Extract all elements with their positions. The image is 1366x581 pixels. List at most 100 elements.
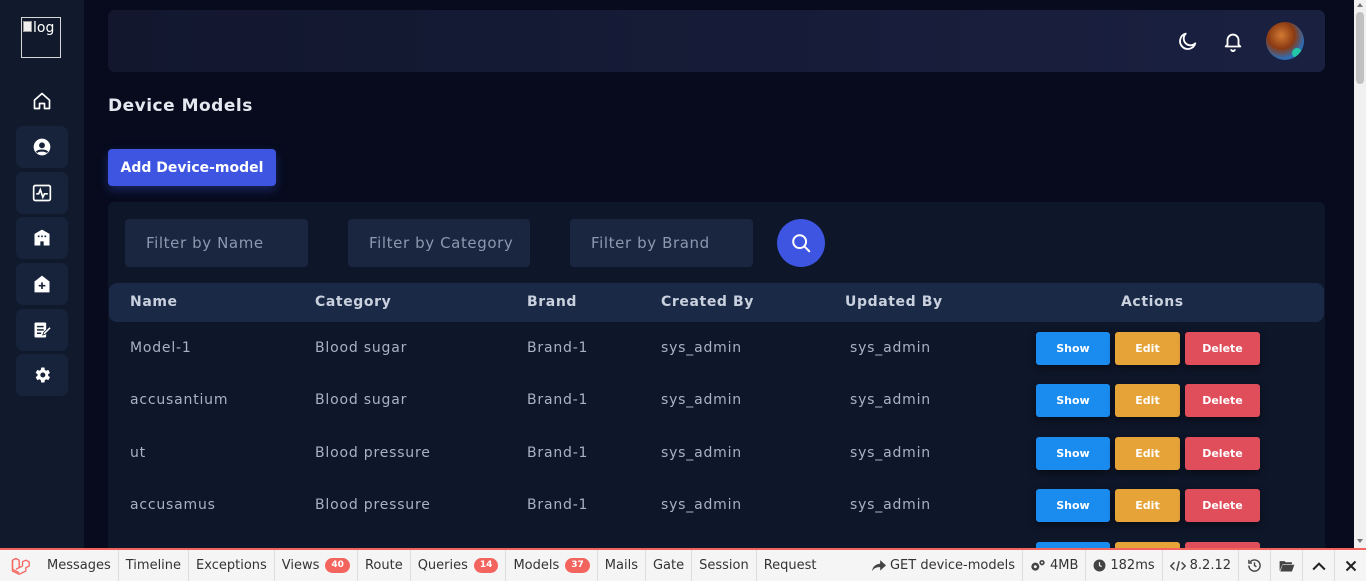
show-button[interactable]: Show bbox=[1036, 384, 1110, 417]
cell-category: Blood pressure bbox=[315, 445, 431, 461]
debug-bar: Messages Timeline Exceptions Views 40 Rou… bbox=[0, 548, 1366, 581]
debug-tab-timeline[interactable]: Timeline bbox=[119, 550, 190, 581]
debug-tab-messages[interactable]: Messages bbox=[40, 550, 119, 581]
edit-button[interactable]: Edit bbox=[1115, 437, 1180, 470]
edit-button[interactable]: Edit bbox=[1115, 489, 1180, 522]
edit-button[interactable]: Edit bbox=[1115, 332, 1180, 365]
sidebar-item-clinics[interactable] bbox=[16, 263, 68, 305]
debug-tab-views[interactable]: Views 40 bbox=[275, 550, 358, 581]
delete-button[interactable]: Delete bbox=[1185, 489, 1260, 522]
maximize-button[interactable] bbox=[1302, 550, 1334, 581]
debug-tab-route[interactable]: Route bbox=[358, 550, 411, 581]
show-button[interactable]: Show bbox=[1036, 332, 1110, 365]
debug-indicators: GET device-models 4MB 182ms 8.2.12 bbox=[865, 550, 1366, 581]
theme-toggle[interactable] bbox=[1176, 29, 1200, 53]
request-indicator[interactable]: GET device-models bbox=[865, 550, 1022, 581]
delete-button[interactable]: Delete bbox=[1185, 384, 1260, 417]
debug-tab-gate[interactable]: Gate bbox=[646, 550, 693, 581]
debug-tab-queries[interactable]: Queries 14 bbox=[411, 550, 507, 581]
scroll-down-arrow-icon[interactable] bbox=[1357, 539, 1363, 543]
cell-category: Blood sugar bbox=[315, 392, 408, 408]
show-button[interactable]: Show bbox=[1036, 489, 1110, 522]
cell-brand: Brand-1 bbox=[527, 445, 589, 461]
sidebar-item-home[interactable] bbox=[16, 80, 68, 122]
clock-icon bbox=[1093, 559, 1106, 572]
sidebar-item-users[interactable] bbox=[16, 126, 68, 168]
cell-category: Blood pressure bbox=[315, 497, 431, 513]
notifications-button[interactable] bbox=[1221, 29, 1245, 53]
debug-tab-models-label: Models bbox=[513, 558, 560, 573]
user-avatar[interactable] bbox=[1266, 22, 1304, 60]
views-count-badge: 40 bbox=[325, 558, 350, 573]
broken-image-icon bbox=[23, 21, 32, 32]
debug-tab-exceptions-label: Exceptions bbox=[196, 558, 267, 573]
sidebar-item-monitoring[interactable] bbox=[16, 172, 68, 214]
debug-tab-exceptions[interactable]: Exceptions bbox=[189, 550, 275, 581]
header-name[interactable]: Name bbox=[130, 294, 178, 310]
show-button[interactable]: Show bbox=[1036, 437, 1110, 470]
cell-brand: Brand-1 bbox=[527, 340, 589, 356]
debug-tab-queries-label: Queries bbox=[417, 558, 468, 573]
moon-icon bbox=[1179, 32, 1197, 50]
scrollbar-thumb[interactable] bbox=[1356, 12, 1364, 84]
laravel-logo[interactable] bbox=[0, 550, 40, 581]
debug-tab-mails-label: Mails bbox=[604, 558, 638, 573]
filter-name-input[interactable] bbox=[125, 219, 308, 267]
request-time-label: 182ms bbox=[1110, 558, 1155, 573]
close-icon bbox=[1345, 560, 1356, 571]
filter-brand-input[interactable] bbox=[570, 219, 753, 267]
bell-icon bbox=[1224, 33, 1242, 52]
header-brand[interactable]: Brand bbox=[527, 294, 577, 310]
sidebar-item-facilities[interactable] bbox=[16, 217, 68, 259]
header-category[interactable]: Category bbox=[315, 294, 391, 310]
debug-tab-models[interactable]: Models 37 bbox=[506, 550, 598, 581]
sidebar: log bbox=[0, 0, 84, 548]
table-row: Model-1 Blood sugar Brand-1 sys_admin sys_ad… bbox=[109, 322, 1324, 374]
debug-tab-request-label: Request bbox=[763, 558, 817, 573]
debug-tab-request[interactable]: Request bbox=[757, 550, 824, 581]
filter-category-input[interactable] bbox=[348, 219, 530, 267]
app-root: log Device Models Add Device-model Filte… bbox=[0, 0, 1366, 581]
cell-name: Model-1 bbox=[130, 340, 192, 356]
table-row: ut Blood pressure Brand-1 sys_admin sys_admi… bbox=[109, 427, 1324, 479]
cogs-icon bbox=[1031, 559, 1045, 571]
cell-created-by: sys_admin bbox=[661, 497, 742, 513]
header-created-by[interactable]: Created By bbox=[661, 294, 754, 310]
debug-tab-session[interactable]: Session bbox=[692, 550, 757, 581]
open-folder-button[interactable] bbox=[1270, 550, 1302, 581]
cell-created-by: sys_admin bbox=[661, 340, 742, 356]
sidebar-item-reports[interactable] bbox=[16, 309, 68, 351]
memory-indicator: 4MB bbox=[1021, 550, 1085, 581]
table-row: accusantium Blood sugar Brand-1 sys_admin sy… bbox=[109, 374, 1324, 426]
debug-tab-session-label: Session bbox=[699, 558, 749, 573]
history-button[interactable] bbox=[1238, 550, 1270, 581]
add-device-model-button[interactable]: Add Device-model bbox=[108, 149, 276, 186]
php-version-label: 8.2.12 bbox=[1189, 558, 1231, 573]
debug-tab-mails[interactable]: Mails bbox=[598, 550, 646, 581]
cell-brand: Brand-1 bbox=[527, 392, 589, 408]
queries-count-badge: 14 bbox=[473, 558, 499, 573]
scroll-up-arrow-icon[interactable] bbox=[1357, 3, 1363, 7]
home-icon bbox=[33, 92, 51, 110]
page-title: Device Models bbox=[108, 96, 253, 116]
header-updated-by[interactable]: Updated By bbox=[845, 294, 943, 310]
edit-button[interactable]: Edit bbox=[1115, 384, 1180, 417]
logo-alt-text: log bbox=[33, 20, 55, 36]
building-icon bbox=[34, 229, 50, 246]
debug-tab-route-label: Route bbox=[364, 558, 403, 573]
delete-button[interactable]: Delete bbox=[1185, 332, 1260, 365]
logo-image[interactable]: log bbox=[21, 17, 61, 58]
sidebar-item-settings[interactable] bbox=[16, 354, 68, 396]
cell-created-by: sys_admin bbox=[661, 445, 742, 461]
delete-button[interactable]: Delete bbox=[1185, 437, 1260, 470]
monitor-pulse-icon bbox=[32, 184, 52, 202]
cell-brand: Brand-1 bbox=[527, 497, 589, 513]
time-indicator: 182ms bbox=[1085, 550, 1161, 581]
debug-tab-views-label: Views bbox=[281, 558, 320, 573]
code-icon bbox=[1169, 560, 1186, 571]
search-button[interactable] bbox=[777, 219, 825, 267]
close-debug-button[interactable] bbox=[1334, 550, 1366, 581]
page-scrollbar[interactable] bbox=[1354, 0, 1366, 548]
cell-name: accusantium bbox=[130, 392, 229, 408]
cell-name: ut bbox=[130, 445, 146, 461]
